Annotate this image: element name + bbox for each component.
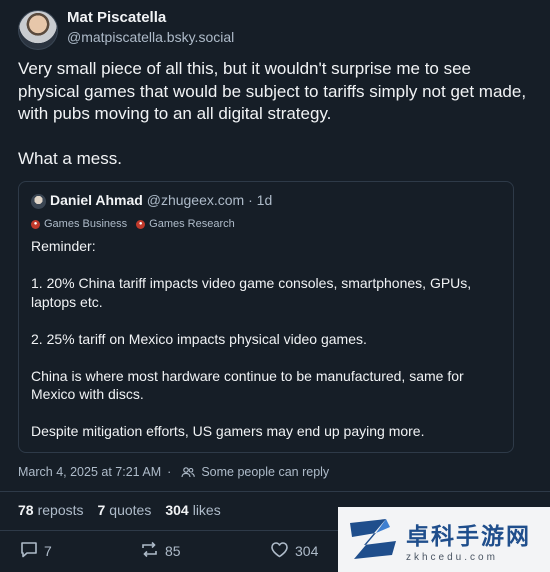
- reposts-count: 78: [18, 502, 34, 518]
- heart-icon: [270, 541, 289, 561]
- quote-author-name: Daniel Ahmad: [50, 192, 143, 208]
- likes-count: 304: [165, 502, 189, 518]
- tag-games-research[interactable]: ● Games Research: [136, 218, 235, 230]
- tag-icon: ●: [136, 219, 146, 229]
- quoted-post[interactable]: Daniel Ahmad @zhugeex.com · 1d ● Games B…: [18, 181, 514, 453]
- tag-label: Games Research: [149, 218, 235, 230]
- watermark-logo-icon: [346, 515, 402, 565]
- author-avatar[interactable]: [18, 10, 58, 50]
- quote-tags: ● Games Business ● Games Research: [31, 218, 235, 230]
- quote-header: Daniel Ahmad @zhugeex.com · 1d: [50, 192, 272, 208]
- reply-setting[interactable]: Some people can reply: [201, 465, 329, 479]
- author-name[interactable]: Mat Piscatella: [67, 9, 166, 26]
- watermark-url: zkhcedu.com: [406, 551, 498, 563]
- watermark-title: 卓科手游网: [406, 523, 531, 550]
- repost-button[interactable]: 85: [140, 541, 181, 561]
- quotes-stat[interactable]: 7 quotes: [98, 502, 152, 518]
- tag-games-business[interactable]: ● Games Business: [31, 218, 127, 230]
- like-button[interactable]: 304: [270, 541, 318, 561]
- author-handle[interactable]: @matpiscatella.bsky.social: [67, 29, 234, 45]
- reply-icon: [20, 541, 38, 561]
- meta-separator: ·: [167, 465, 172, 479]
- quotes-label: quotes: [109, 502, 152, 518]
- quote-paragraph: Despite mitigation efforts, US gamers ma…: [31, 423, 425, 439]
- quote-paragraph: 2. 25% tariff on Mexico impacts physical…: [31, 330, 367, 347]
- divider: [0, 491, 550, 492]
- people-icon: [181, 467, 196, 478]
- tag-icon: ●: [31, 219, 40, 229]
- quote-paragraph: 1. 20% China tariff impacts video game c…: [31, 275, 472, 310]
- tag-label: Games Business: [44, 218, 128, 230]
- quote-paragraph: Reminder:: [31, 238, 96, 254]
- reposts-label: reposts: [37, 502, 84, 518]
- quote-age: · 1d: [248, 192, 273, 208]
- like-count: 304: [295, 543, 319, 559]
- quote-body: Reminder: 1. 20% China tariff impacts vi…: [31, 237, 501, 441]
- post-timestamp[interactable]: March 4, 2025 at 7:21 AM: [18, 465, 161, 479]
- reply-button[interactable]: 7: [20, 541, 52, 561]
- reply-count: 7: [44, 543, 52, 559]
- likes-stat[interactable]: 304 likes: [165, 502, 220, 518]
- post-meta: March 4, 2025 at 7:21 AM · Some people c…: [18, 465, 329, 479]
- likes-label: likes: [192, 502, 221, 518]
- watermark: 卓科手游网 zkhcedu.com: [338, 507, 550, 572]
- repost-icon: [140, 541, 159, 561]
- repost-count: 85: [165, 543, 181, 559]
- post-body: Very small piece of all this, but it wou…: [18, 58, 528, 170]
- post-thread: Mat Piscatella @matpiscatella.bsky.socia…: [0, 0, 550, 572]
- watermark-text: 卓科手游网 zkhcedu.com: [406, 517, 531, 563]
- reposts-stat[interactable]: 78 reposts: [18, 502, 84, 518]
- post-paragraph: Very small piece of all this, but it wou…: [18, 59, 527, 123]
- quotes-count: 7: [97, 502, 106, 518]
- post-stats: 78 reposts 7 quotes 304 likes: [18, 502, 221, 518]
- post-paragraph: What a mess.: [18, 148, 122, 168]
- quote-author-handle: @zhugeex.com: [146, 192, 245, 208]
- quote-author-avatar: [31, 194, 46, 209]
- quote-paragraph: China is where most hardware continue to…: [31, 367, 464, 403]
